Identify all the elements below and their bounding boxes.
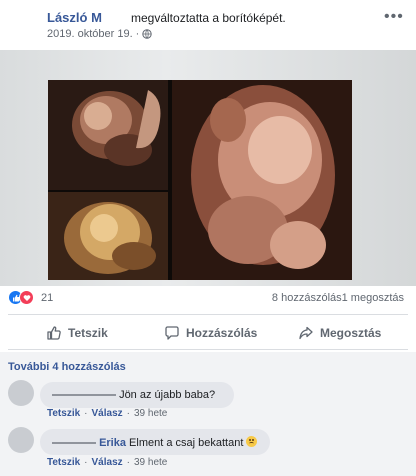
like-button-label: Tetszik [68,326,108,340]
divider [8,349,408,350]
redacted-name [52,442,96,445]
reaction-icons[interactable] [8,290,34,305]
avatar[interactable] [8,380,34,406]
post-header: László M megváltoztatta a borítóképét. 2… [0,0,416,48]
more-comments-link[interactable]: További 4 hozzászólás [8,361,126,373]
comment-meta: Tetszik · Válasz · 39 hete [47,457,168,468]
comment-icon [165,326,179,340]
comment-like-link[interactable]: Tetszik [47,457,80,468]
comment-button-label: Hozzászólás [186,326,258,340]
comment-author[interactable]: Erika [99,437,126,449]
divider [8,314,408,315]
reaction-bar: 21 8 hozzászólás1 megosztás [0,290,416,308]
post-date[interactable]: 2019. október 19. [47,28,133,40]
redacted-name [52,394,116,397]
cover-photo[interactable] [48,80,352,280]
like-button[interactable]: Tetszik [46,320,108,346]
ultrasound-image [48,80,352,280]
post-author[interactable]: László M [47,10,102,25]
comment-reply-link[interactable]: Válasz [92,408,123,419]
cover-photo-frame [0,50,416,286]
share-button[interactable]: Megosztás [298,320,381,346]
comment-meta: Tetszik · Válasz · 39 hete [47,408,168,419]
sad-emoji-icon [246,436,258,447]
share-icon [299,326,313,340]
share-button-label: Megosztás [320,326,382,340]
post-meta: 2019. október 19. · [47,28,152,40]
globe-icon [142,29,152,39]
post-action-text: megváltoztatta a borítóképét. [131,11,286,25]
comment-body: Jön az újabb baba? [52,389,215,401]
comments-section: További 4 hozzászólás Jön az újabb baba?… [0,352,416,476]
love-icon [19,290,34,305]
comment-like-link[interactable]: Tetszik [47,408,80,419]
comment-reply-link[interactable]: Válasz [92,457,123,468]
more-options-icon[interactable]: ••• [384,8,404,26]
comment-time[interactable]: 39 hete [134,457,167,468]
reaction-count[interactable]: 21 [41,292,53,304]
comment-text: Jön az újabb baba? [119,389,216,401]
comment-button[interactable]: Hozzászólás [164,320,257,346]
comments-shares-count[interactable]: 8 hozzászólás1 megosztás [272,292,404,304]
thumbs-up-icon [47,326,61,340]
action-bar: Tetszik Hozzászólás Megosztás [0,320,416,348]
comment-text: Elment a csaj bekattant [129,437,244,449]
comment-time[interactable]: 39 hete [134,408,167,419]
comment-body: Erika Elment a csaj bekattant [52,436,258,449]
avatar[interactable] [8,427,34,453]
